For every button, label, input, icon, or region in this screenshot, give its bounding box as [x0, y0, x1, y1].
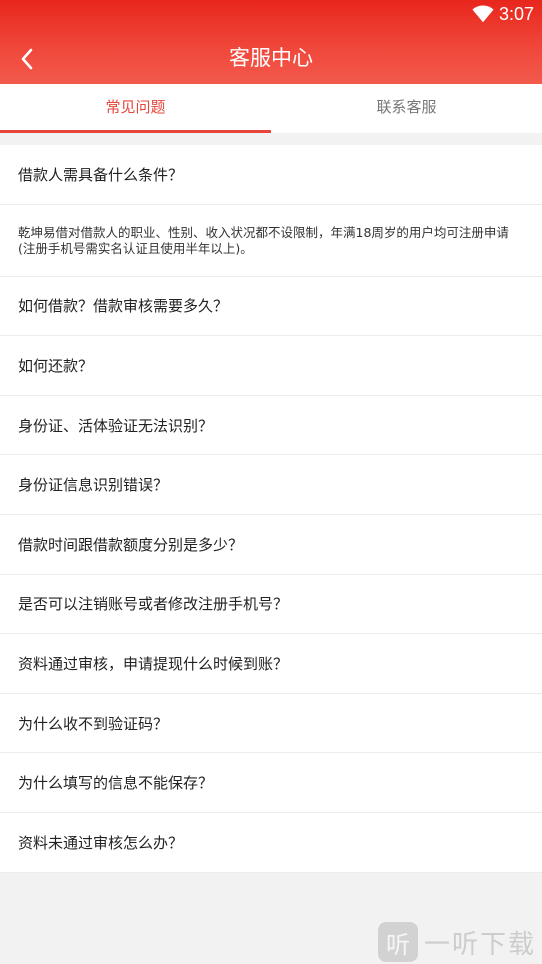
- faq-question: 如何还款？: [18, 356, 94, 375]
- tab-faq[interactable]: 常见问题: [0, 84, 271, 133]
- faq-item[interactable]: 身份证信息识别错误？: [0, 455, 542, 515]
- faq-question: 是否可以注销账号或者修改注册手机号？: [18, 595, 289, 614]
- faq-question: 借款时间跟借款额度分别是多少？: [18, 535, 244, 554]
- faq-item[interactable]: 借款时间跟借款额度分别是多少？: [0, 515, 542, 575]
- faq-question: 如何借款？借款审核需要多久？: [18, 297, 229, 316]
- faq-item[interactable]: 借款人需具备什么条件？: [0, 145, 542, 205]
- header-bar: 3:07 客服中心: [0, 0, 542, 84]
- faq-question: 为什么填写的信息不能保存？: [18, 774, 214, 793]
- faq-item[interactable]: 是否可以注销账号或者修改注册手机号？: [0, 575, 542, 635]
- faq-question: 借款人需具备什么条件？: [18, 165, 184, 184]
- tabs-divider: [0, 133, 542, 145]
- faq-item[interactable]: 为什么填写的信息不能保存？: [0, 753, 542, 813]
- faq-question: 身份证、活体验证无法识别？: [18, 416, 214, 435]
- faq-question: 身份证信息识别错误？: [18, 476, 169, 495]
- faq-answer: 乾坤易借对借款人的职业、性别、收入状况都不设限制，年满18周岁的用户均可注册申请…: [0, 205, 542, 277]
- page-title: 客服中心: [229, 46, 313, 70]
- tab-contact-label: 联系客服: [376, 98, 437, 116]
- tab-bar: 常见问题 联系客服: [0, 84, 542, 133]
- faq-item[interactable]: 如何借款？借款审核需要多久？: [0, 277, 542, 337]
- faq-item[interactable]: 资料未通过审核怎么办？: [0, 813, 542, 873]
- faq-question: 资料未通过审核怎么办？: [18, 833, 184, 852]
- faq-question: 为什么收不到验证码？: [18, 714, 169, 733]
- faq-item[interactable]: 如何还款？: [0, 336, 542, 396]
- watermark-text: 一听下载: [423, 929, 536, 960]
- faq-item[interactable]: 为什么收不到验证码？: [0, 694, 542, 754]
- watermark: 听 一听下载: [377, 922, 536, 962]
- faq-item[interactable]: 身份证、活体验证无法识别？: [0, 396, 542, 456]
- faq-question: 资料通过审核，申请提现什么时候到账？: [18, 654, 289, 673]
- wifi-icon: [472, 5, 494, 23]
- status-bar: 3:07: [0, 0, 542, 30]
- faq-item[interactable]: 资料通过审核，申请提现什么时候到账？: [0, 634, 542, 694]
- tab-faq-label: 常见问题: [105, 98, 166, 116]
- tab-contact-service[interactable]: 联系客服: [271, 84, 542, 133]
- status-time: 3:07: [498, 4, 534, 24]
- faq-list: 借款人需具备什么条件？ 乾坤易借对借款人的职业、性别、收入状况都不设限制，年满1…: [0, 145, 542, 873]
- watermark-logo: 听: [377, 922, 418, 962]
